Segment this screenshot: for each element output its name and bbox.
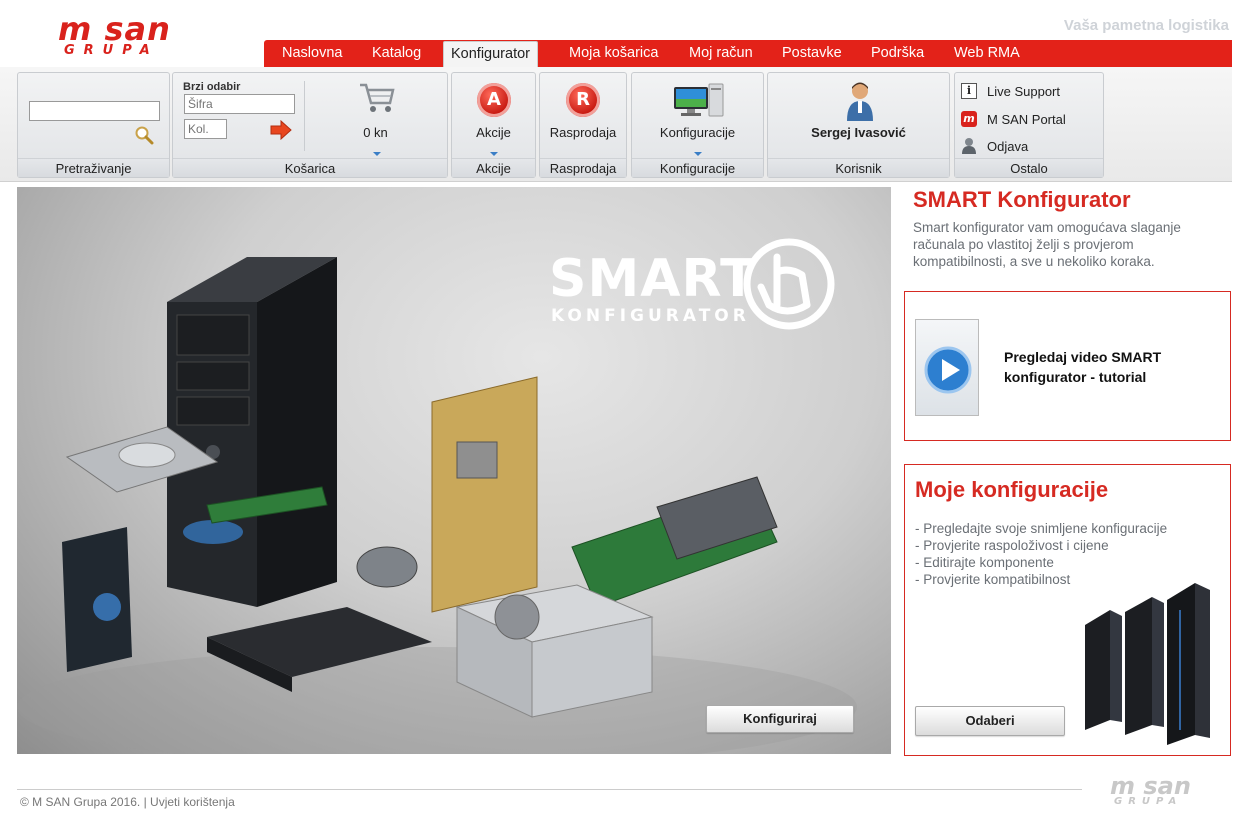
configs-group: Konfiguracije Konfiguracije [631,72,764,178]
nav-podrska[interactable]: Podrška [871,40,924,67]
smart-logo-title: SMART [549,249,757,309]
list-item: - Pregledajte svoje snimljene konfigurac… [915,521,1168,536]
footer-logo: m san GRUPA [1110,772,1191,807]
cart-amount[interactable]: 0 kn [304,125,447,140]
sale-group-label: Rasprodaja [540,158,626,177]
sale-button[interactable]: Rasprodaja [540,125,626,140]
ribbon-toolbar: Pretraživanje Brzi odabir 0 kn Košarica … [0,67,1232,182]
product-code-input[interactable] [184,94,295,114]
nav-katalog[interactable]: Katalog [372,40,421,67]
shopping-cart-icon[interactable] [358,81,396,115]
promo-button[interactable]: Akcije [452,125,535,140]
sale-group: R Rasprodaja Rasprodaja [539,72,627,178]
copyright-text: © M SAN Grupa 2016. [20,795,141,809]
user-group: Sergej Ivasović Korisnik [767,72,950,178]
footer-divider [17,789,1082,790]
configs-button[interactable]: Konfiguracije [632,125,763,140]
select-button[interactable]: Odaberi [915,706,1065,736]
msan-logo[interactable]: m san GRUPA [58,10,218,60]
my-configurations-heading: Moje konfiguracije [915,477,1109,502]
user-name[interactable]: Sergej Ivasović [768,125,949,140]
user-group-label: Korisnik [768,158,949,177]
servers-illustration [1085,583,1210,745]
configure-button[interactable]: Konfiguriraj [706,705,854,733]
nav-moja-kosarica[interactable]: Moja košarica [569,40,658,67]
footer-separator: | [143,795,147,809]
smart-logo-subtitle: KONFIGURATOR [551,306,750,326]
quick-select-title: Brzi odabir [183,81,241,93]
nav-web-rma[interactable]: Web RMA [954,40,1020,67]
nav-postavke[interactable]: Postavke [782,40,842,67]
cart-group: Brzi odabir 0 kn Košarica [172,72,448,178]
video-tutorial-link[interactable]: Pregledaj video SMART konfigurator - tut… [1004,347,1214,387]
my-configurations-box: Moje konfiguracije - Pregledajte svoje s… [904,464,1231,756]
user-avatar-icon[interactable] [845,81,875,121]
list-item: - Provjerite raspoloživost i cijene [915,538,1109,553]
logout-link[interactable]: Odjava [987,139,1028,154]
search-group: Pretraživanje [17,72,170,178]
msan-portal-icon: m [961,111,977,127]
promo-group-label: Akcije [452,158,535,177]
cart-group-label: Košarica [173,158,447,177]
video-cover[interactable] [915,319,979,416]
other-group: i Live Support m M SAN Portal Odjava Ost… [954,72,1104,178]
search-icon[interactable] [134,125,154,145]
logo-subtitle: GRUPA [64,43,159,58]
play-icon[interactable] [924,346,972,394]
smart-konfigurator-description: Smart konfigurator vam omogućava slaganj… [913,220,1181,269]
hero-banner: SMART KONFIGURATOR Konfiguriraj [17,187,891,754]
search-input[interactable] [29,101,160,121]
list-item: - Editirajte komponente [915,555,1054,570]
configs-dropdown-arrow-icon[interactable] [694,152,702,156]
search-group-label: Pretraživanje [18,158,169,177]
tagline: Vaša pametna logistika [1063,17,1229,34]
smart-konfigurator-heading: SMART Konfigurator [913,187,1131,212]
add-to-cart-arrow-icon[interactable] [270,120,292,140]
cart-divider [304,81,305,151]
computer-icon[interactable] [673,81,725,119]
configs-group-label: Konfiguracije [632,158,763,177]
sale-badge-icon[interactable]: R [566,83,600,117]
live-support-link[interactable]: Live Support [987,84,1060,99]
quantity-input[interactable] [184,119,227,139]
promo-group: A Akcije Akcije [451,72,536,178]
nav-naslovna[interactable]: Naslovna [282,40,342,67]
footer-logo-subtitle: GRUPA [1114,796,1183,807]
logo-wordmark: m san [58,10,171,48]
main-nav: Naslovna Katalog Konfigurator Moja košar… [264,40,1232,67]
terms-link[interactable]: Uvjeti korištenja [150,795,235,809]
msan-portal-link[interactable]: M SAN Portal [987,112,1066,127]
promo-dropdown-arrow-icon[interactable] [490,152,498,156]
cart-dropdown-arrow-icon[interactable] [373,152,381,156]
logout-user-icon [962,138,976,154]
info-icon: i [961,83,977,99]
footer-logo-wordmark: m san [1110,772,1191,800]
other-group-label: Ostalo [955,158,1103,177]
nav-moj-racun[interactable]: Moj račun [689,40,753,67]
pc-components-illustration [17,238,857,754]
footer: © M SAN Grupa 2016. | Uvjeti korištenja [20,795,235,809]
my-configurations-list: - Pregledajte svoje snimljene konfigurac… [915,520,1167,588]
nav-konfigurator[interactable]: Konfigurator [443,41,538,67]
video-tutorial-box[interactable]: Pregledaj video SMART konfigurator - tut… [904,291,1231,441]
promo-badge-icon[interactable]: A [477,83,511,117]
